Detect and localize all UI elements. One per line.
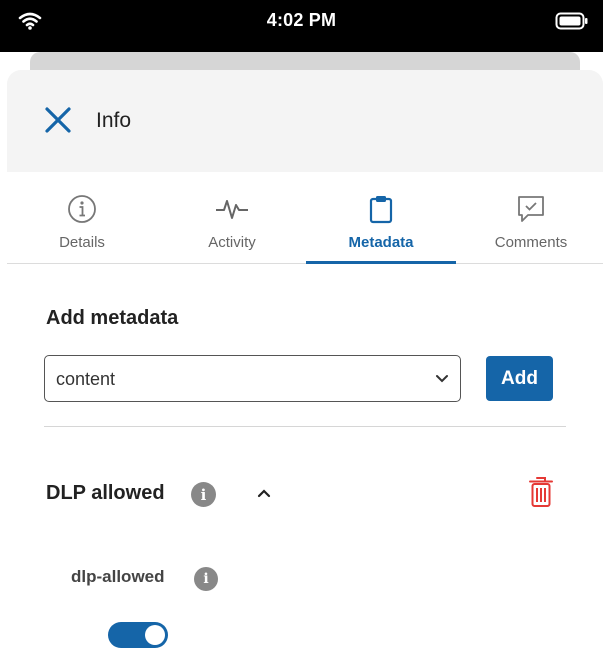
activity-pulse-icon [157,194,307,224]
chevron-up-icon [256,485,272,506]
sheet-header: Info [7,70,603,172]
select-value: content [56,369,116,389]
active-tab-indicator [306,261,456,264]
clipboard-icon [306,194,456,224]
tab-label: Details [59,234,105,251]
info-icon[interactable]: i [191,482,216,507]
battery-icon [555,11,589,36]
trash-icon [528,476,554,513]
info-icon[interactable]: i [194,567,218,591]
delete-template-button[interactable] [525,476,557,512]
tab-activity[interactable]: Activity [157,172,307,264]
divider [44,426,566,427]
dlp-allowed-toggle[interactable] [108,622,168,648]
add-button[interactable]: Add [486,356,553,401]
tab-metadata[interactable]: Metadata [306,172,456,264]
tab-bar: Details Activity Metadata Comments [7,172,603,264]
tab-label: Metadata [348,234,414,251]
close-button[interactable] [41,105,75,139]
tab-comments[interactable]: Comments [456,172,603,264]
header-title: Info [96,109,132,132]
metadata-template-select[interactable]: content [44,355,461,402]
tab-details[interactable]: Details [7,172,157,264]
comment-check-icon [456,194,603,224]
tab-label: Activity [208,234,256,251]
status-bar: 4:02 PM [0,0,603,52]
toggle-knob [145,625,165,645]
status-time: 4:02 PM [266,10,337,30]
info-circle-icon [7,194,157,224]
close-icon [45,106,71,138]
template-title: DLP allowed [46,482,165,504]
collapse-button[interactable] [251,482,277,508]
chevron-down-icon [434,370,450,391]
field-label: dlp-allowed [71,567,165,586]
info-sheet: Info Details Activity Metadata Comments … [7,70,603,648]
add-metadata-title: Add metadata [46,307,179,329]
tab-label: Comments [494,234,568,251]
